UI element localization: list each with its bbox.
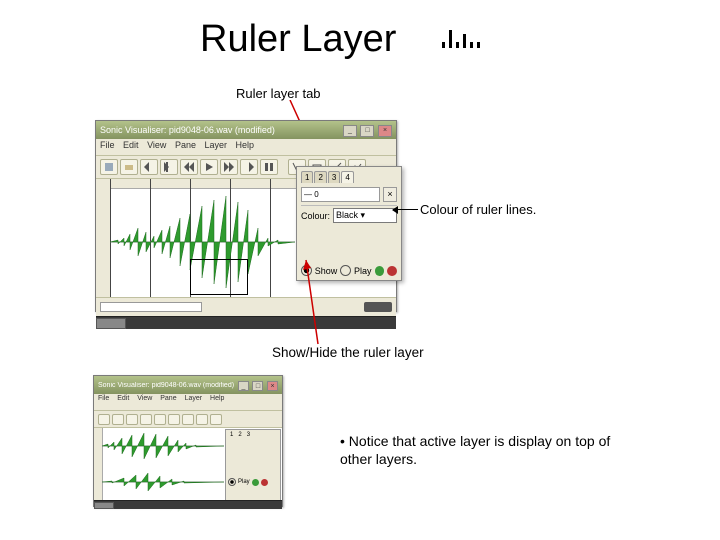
toolbar-btn-1[interactable] bbox=[100, 159, 118, 175]
menubar: File Edit View Pane Layer Help bbox=[96, 139, 396, 156]
window-file-title: Sonic Visualiser: pid9048-06.wav (modifi… bbox=[100, 125, 275, 135]
menu-view[interactable]: View bbox=[147, 140, 166, 150]
layer-tab-ruler[interactable]: 4 bbox=[341, 171, 353, 183]
minimize-button[interactable]: _ bbox=[343, 125, 357, 137]
menu-help[interactable]: Help bbox=[236, 140, 255, 150]
small-scrollbar[interactable] bbox=[94, 500, 282, 509]
toolbar-btn-4[interactable] bbox=[160, 159, 178, 175]
menu-layer[interactable]: Layer bbox=[204, 140, 227, 150]
app-window-small: Sonic Visualiser: pid9048-06.wav (modifi… bbox=[93, 375, 283, 507]
horizontal-scrollbar[interactable] bbox=[96, 316, 396, 329]
menu2-edit[interactable]: Edit bbox=[117, 395, 129, 402]
small-red-dot-icon[interactable] bbox=[261, 479, 268, 486]
menu2-pane[interactable]: Pane bbox=[160, 395, 176, 402]
small-tab-1[interactable]: 1 bbox=[228, 432, 235, 438]
layer-tab-1[interactable]: 1 bbox=[301, 171, 313, 183]
toolbar-btn-2[interactable] bbox=[120, 159, 138, 175]
status-readout bbox=[100, 302, 202, 312]
layer-tab-2[interactable]: 2 bbox=[314, 171, 326, 183]
small-green-dot-icon[interactable] bbox=[252, 479, 259, 486]
menu2-layer[interactable]: Layer bbox=[185, 395, 203, 402]
menu2-view[interactable]: View bbox=[137, 395, 152, 402]
play-radio-label: Play bbox=[354, 266, 372, 276]
arrow-head-colour-icon bbox=[392, 206, 398, 214]
toolbar-btn-3[interactable] bbox=[140, 159, 158, 175]
small-tab-3[interactable]: 3 bbox=[245, 432, 252, 438]
layer-name-field[interactable]: — 0 bbox=[301, 187, 380, 202]
menubar-small: File Edit View Pane Layer Help bbox=[94, 394, 282, 411]
toolbar-small bbox=[94, 411, 282, 428]
titlebar: Sonic Visualiser: pid9048-06.wav (modifi… bbox=[96, 121, 396, 139]
statusbar bbox=[96, 297, 396, 316]
tb2-1[interactable] bbox=[98, 414, 110, 425]
volume-knob[interactable] bbox=[364, 302, 392, 312]
window-buttons: _ □ × bbox=[342, 124, 392, 137]
menu-pane[interactable]: Pane bbox=[175, 140, 196, 150]
minimize-button-2[interactable]: _ bbox=[238, 381, 249, 391]
note-bullet: • Notice that active layer is display on… bbox=[340, 432, 640, 468]
maximize-button-2[interactable]: □ bbox=[252, 381, 263, 391]
waveform-pane-small[interactable]: 1 2 3 Play bbox=[94, 428, 282, 500]
small-show-radio[interactable] bbox=[228, 478, 236, 486]
layer-close-x[interactable]: × bbox=[383, 187, 397, 202]
colour-dropdown[interactable]: Black ▾ bbox=[333, 208, 397, 223]
colour-of-lines-label: Colour of ruler lines. bbox=[420, 202, 536, 217]
close-button-2[interactable]: × bbox=[267, 381, 278, 391]
colour-field-label: Colour: bbox=[301, 211, 330, 221]
toolbar-rewind-button[interactable] bbox=[180, 159, 198, 175]
layer-panel-small: 1 2 3 Play bbox=[225, 429, 281, 503]
tb2-8[interactable] bbox=[196, 414, 208, 425]
ruler-layer-tab-label: Ruler layer tab bbox=[236, 86, 321, 101]
maximize-button[interactable]: □ bbox=[360, 125, 374, 137]
tb2-4[interactable] bbox=[140, 414, 152, 425]
small-play-label: Play bbox=[238, 479, 250, 485]
green-dot-icon[interactable] bbox=[375, 266, 385, 276]
close-button[interactable]: × bbox=[378, 125, 392, 137]
toolbar-btn-8[interactable] bbox=[240, 159, 258, 175]
tb2-5[interactable] bbox=[154, 414, 166, 425]
tb2-2[interactable] bbox=[112, 414, 124, 425]
small-tab-2[interactable]: 2 bbox=[236, 432, 243, 438]
play-radio[interactable] bbox=[340, 265, 351, 276]
toolbar-play-button[interactable] bbox=[200, 159, 218, 175]
menu-file[interactable]: File bbox=[100, 140, 115, 150]
layer-tab-3[interactable]: 3 bbox=[328, 171, 340, 183]
tb2-6[interactable] bbox=[168, 414, 180, 425]
titlebar-small: Sonic Visualiser: pid9048-06.wav (modifi… bbox=[94, 376, 282, 394]
ruler-layer-glyph-icon bbox=[440, 30, 482, 48]
arrow-to-show-icon bbox=[302, 258, 322, 346]
tb2-9[interactable] bbox=[210, 414, 222, 425]
tb2-3[interactable] bbox=[126, 414, 138, 425]
toolbar-btn-9[interactable] bbox=[260, 159, 278, 175]
menu-edit[interactable]: Edit bbox=[123, 140, 139, 150]
toolbar-forward-button[interactable] bbox=[220, 159, 238, 175]
vertical-scale bbox=[96, 179, 111, 297]
menu2-help[interactable]: Help bbox=[210, 395, 224, 402]
tb2-7[interactable] bbox=[182, 414, 194, 425]
showhide-label: Show/Hide the ruler layer bbox=[272, 345, 424, 360]
page-title: Ruler Layer bbox=[200, 18, 396, 61]
window-file-title-small: Sonic Visualiser: pid9048-06.wav (modifi… bbox=[98, 382, 234, 389]
highlight-box bbox=[190, 259, 248, 295]
waveform-top-icon bbox=[102, 430, 224, 462]
waveform-bottom-icon bbox=[102, 468, 224, 496]
red-dot-icon[interactable] bbox=[387, 266, 397, 276]
menu2-file[interactable]: File bbox=[98, 395, 109, 402]
